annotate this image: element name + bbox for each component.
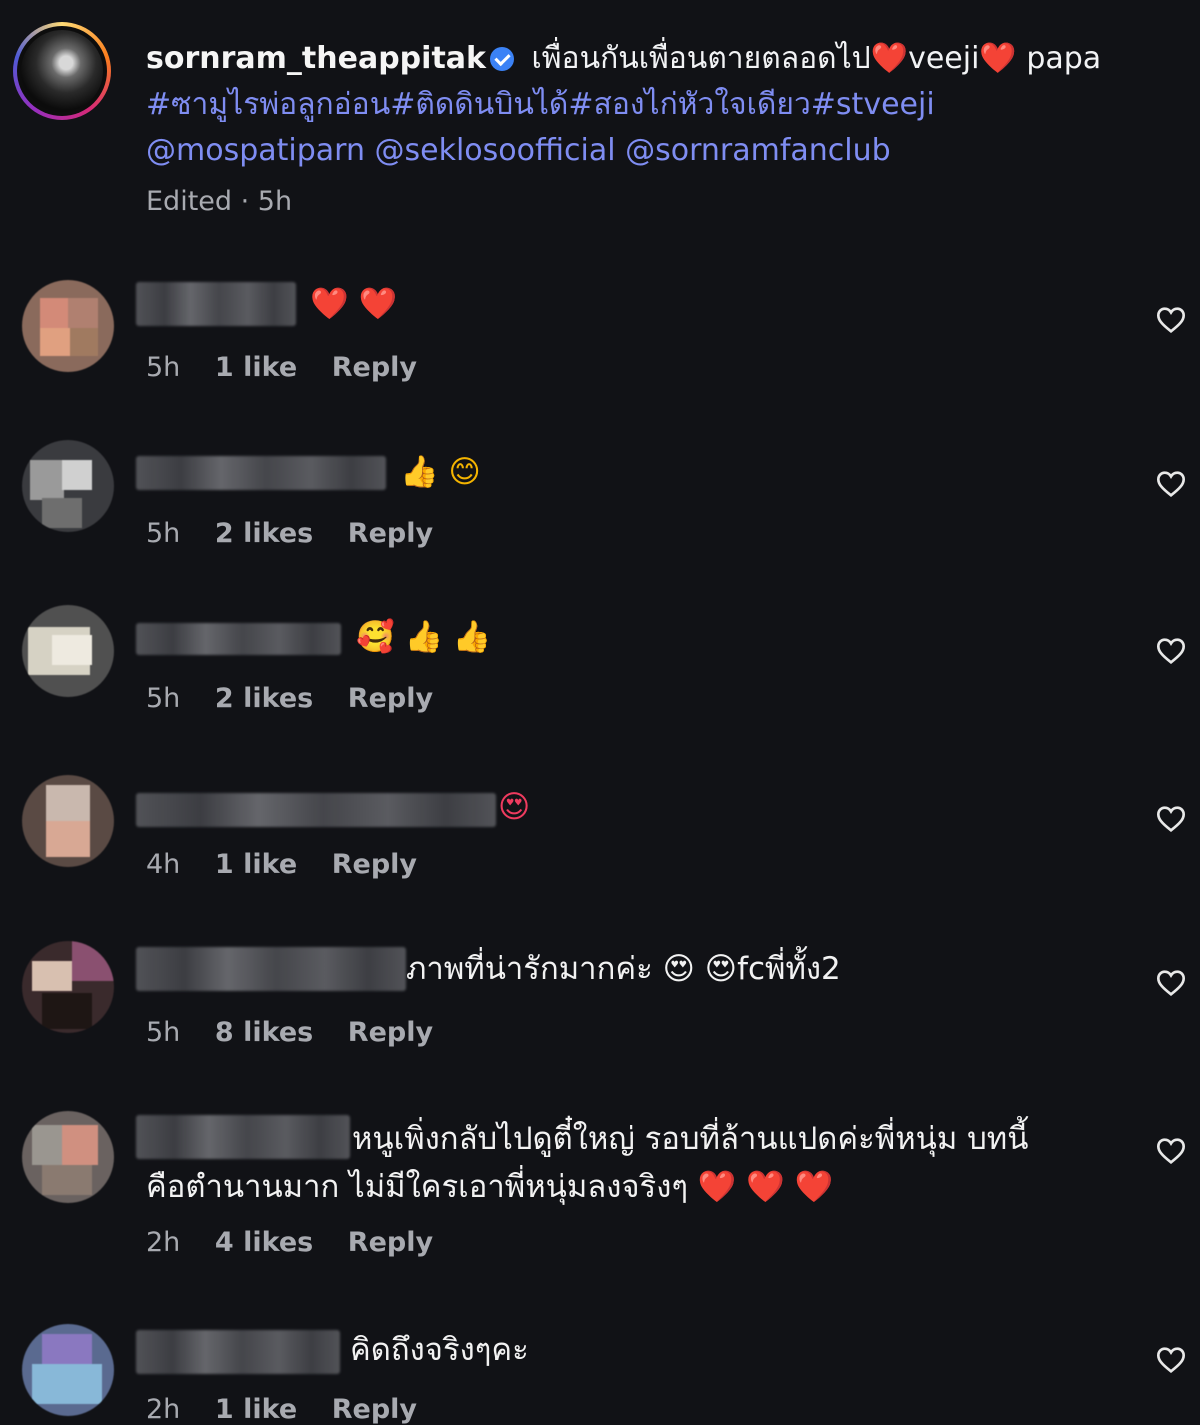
heart-emoji: ❤️ — [979, 41, 1017, 76]
commenter-avatar[interactable] — [22, 1324, 114, 1416]
heart-outline-icon[interactable] — [1154, 1135, 1188, 1167]
comment-likes[interactable]: 4 likes — [215, 1227, 313, 1258]
heart-outline-icon[interactable] — [1154, 468, 1188, 500]
comment-text: ❤️ ❤️ — [310, 286, 398, 322]
comment-time: 5h — [146, 683, 181, 714]
comment-likes[interactable]: 1 like — [215, 1394, 297, 1425]
caption-line1-b: veeji — [908, 41, 980, 76]
comment-likes[interactable]: 1 like — [215, 352, 297, 383]
reply-button[interactable]: Reply — [348, 1227, 433, 1258]
caption-line1-c: papa — [1026, 41, 1102, 76]
heart-outline-icon[interactable] — [1154, 803, 1188, 835]
reply-button[interactable]: Reply — [348, 518, 433, 549]
comment-time: 5h — [146, 1017, 181, 1048]
commenter-username[interactable] — [136, 623, 341, 655]
heart-outline-icon[interactable] — [1154, 1344, 1188, 1376]
comment-text: 😍 — [498, 789, 531, 825]
comment-time: 5h — [146, 518, 181, 549]
comment-time: 5h — [146, 352, 181, 383]
heart-emoji: ❤️ — [870, 41, 909, 76]
comment-likes[interactable]: 2 likes — [215, 683, 313, 714]
comment-time: 2h — [146, 1394, 181, 1425]
author-avatar[interactable] — [13, 22, 111, 120]
reply-button[interactable]: Reply — [332, 849, 417, 880]
verified-badge-icon — [489, 47, 514, 71]
commenter-username[interactable] — [136, 282, 296, 326]
comment-likes[interactable]: 8 likes — [215, 1017, 313, 1048]
commenter-username[interactable] — [136, 793, 496, 827]
caption-text: sornram_theappitak เพื่อนกันเพื่อนตายตลอ… — [146, 36, 1156, 174]
reply-button[interactable]: Reply — [332, 352, 417, 383]
commenter-username[interactable] — [136, 947, 406, 991]
comment-text: 👍 😊 — [400, 454, 481, 490]
comment-meta: 5h 1 like Reply — [146, 352, 443, 383]
caption-line1-a: เพื่อนกันเพื่อนตายตลอดไป — [531, 41, 871, 76]
comment-time: 4h — [146, 849, 181, 880]
caption-mentions[interactable]: @mospatiparn @seklosoofficial @sornramfa… — [146, 133, 891, 168]
post-caption: sornram_theappitak เพื่อนกันเพื่อนตายตลอ… — [0, 0, 1200, 250]
comment-text-line2: คือตำนานมาก ไม่มีใครเอาพี่หนุ่มลงจริงๆ ❤… — [146, 1169, 834, 1205]
comment-likes[interactable]: 1 like — [215, 849, 297, 880]
commenter-avatar[interactable] — [22, 1111, 114, 1203]
comment-text: 🥰 👍 👍 — [356, 619, 492, 655]
commenter-avatar[interactable] — [22, 280, 114, 372]
comment-likes[interactable]: 2 likes — [215, 518, 313, 549]
heart-outline-icon[interactable] — [1154, 635, 1188, 667]
commenter-avatar[interactable] — [22, 775, 114, 867]
author-username[interactable]: sornram_theappitak — [146, 41, 486, 76]
comment-text-line1: หนูเพิ่งกลับไปดูตี๋ใหญ่ รอบที่ล้านแปดค่ะ… — [352, 1121, 1029, 1157]
heart-outline-icon[interactable] — [1154, 304, 1188, 336]
reply-button[interactable]: Reply — [348, 1017, 433, 1048]
commenter-avatar[interactable] — [22, 941, 114, 1033]
commenter-username[interactable] — [136, 456, 386, 490]
comment-text: ภาพที่น่ารักมากค่ะ 😍 😍fcพี่ทั้ง2 — [406, 951, 841, 987]
commenter-avatar[interactable] — [22, 605, 114, 697]
commenter-username[interactable] — [136, 1330, 340, 1374]
reply-button[interactable]: Reply — [332, 1394, 417, 1425]
comment-meta: 4h 1 like Reply — [146, 849, 443, 880]
caption-hashtags[interactable]: #ซามูไรพ่อลูกอ่อน#ติดดินบินได้#สองไก่หัว… — [146, 87, 935, 122]
comment-text: หนูเพิ่งกลับไปดูตี๋ใหญ่ รอบที่ล้านแปดค่ะ… — [146, 1115, 1136, 1211]
comment-meta: 2h 1 like Reply — [146, 1394, 443, 1425]
commenter-avatar[interactable] — [22, 440, 114, 532]
caption-meta: Edited · 5h — [146, 186, 293, 217]
comment-meta: 5h 2 likes Reply — [146, 683, 459, 714]
reply-button[interactable]: Reply — [348, 683, 433, 714]
comment-meta: 2h 4 likes Reply — [146, 1227, 459, 1258]
heart-outline-icon[interactable] — [1154, 967, 1188, 999]
comment-meta: 5h 2 likes Reply — [146, 518, 459, 549]
comment-time: 2h — [146, 1227, 181, 1258]
comment-meta: 5h 8 likes Reply — [146, 1017, 459, 1048]
comment-text: คิดถึงจริงๆคะ — [350, 1332, 529, 1368]
